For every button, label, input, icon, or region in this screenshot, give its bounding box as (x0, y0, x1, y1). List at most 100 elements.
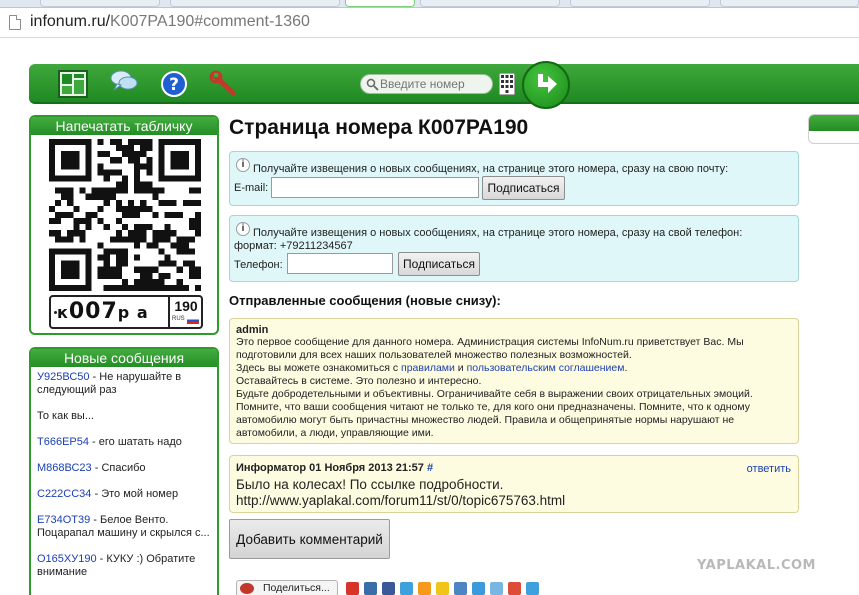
url-path: K007PA190#comment-1360 (110, 13, 310, 30)
address-url[interactable]: infonum.ru/K007PA190#comment-1360 (30, 13, 310, 31)
comment-line: Здесь вы можете ознакомиться с правилами… (236, 362, 791, 375)
phone-label: Телефон: (234, 259, 283, 271)
right-side-panel (808, 114, 859, 144)
new-messages-title: Новые сообщения (31, 349, 217, 367)
browser-tab[interactable] (40, 0, 160, 7)
reply-link[interactable]: ответить (747, 463, 791, 475)
page-title: Страница номера К007РА190 (229, 116, 529, 139)
list-item: О165ХУ190 - КУКУ :) Обратите внимание (37, 553, 211, 579)
comment-text: . (624, 362, 628, 374)
message-plate-link[interactable]: С222СС34 (37, 488, 91, 500)
svg-text:?: ? (169, 75, 179, 95)
admin-comment: admin Это первое сообщение для данного н… (229, 318, 799, 444)
go-button[interactable] (522, 61, 570, 109)
odnoklassniki-orange-icon[interactable] (418, 582, 431, 595)
livejournal-icon[interactable] (454, 582, 467, 595)
new-messages-panel: Новые сообщения У925ВС50 - Не нарушайте … (29, 347, 219, 595)
share-icon (240, 583, 254, 594)
address-bar[interactable]: infonum.ru/K007PA190#comment-1360 (0, 8, 859, 38)
list-item: Т666ЕР54 - его шатать надо (37, 436, 211, 449)
list-item: То как вы... (37, 410, 211, 423)
comment-line: Помните, что ваши сообщения читают не то… (236, 401, 750, 413)
comment-permalink[interactable]: # (427, 462, 433, 474)
comment-author-date: Информатор 01 Ноября 2013 21:57 (236, 462, 424, 474)
comment-body: Это первое сообщение для данного номера.… (236, 336, 791, 440)
message-plate-link[interactable]: О165ХУ190 (37, 553, 97, 565)
browser-tab[interactable] (570, 0, 710, 7)
user-comment: Информатор 01 Ноября 2013 21:57 # ответи… (229, 455, 799, 513)
license-plate-image: к007р а 190 RUS (49, 295, 203, 329)
comment-body: Было на колесах! По ссылке подробности. … (236, 477, 565, 509)
comment-author: admin (236, 324, 269, 336)
browser-tab[interactable] (420, 0, 560, 7)
page-icon (9, 15, 21, 30)
share-label: Поделиться... (263, 582, 330, 594)
message-text: То как вы... (37, 410, 94, 422)
phone-subscribe-box: i Получайте извещения о новых сообщениях… (229, 215, 799, 282)
chat-bubbles-icon[interactable] (109, 67, 139, 95)
browser-tab[interactable] (170, 0, 340, 7)
url-host: infonum.ru/ (30, 13, 111, 30)
comment-text: и (454, 362, 467, 374)
list-item: У925ВС50 - Не нарушайте в следующий раз (37, 371, 211, 397)
browser-tab[interactable] (720, 0, 859, 7)
site-logo-icon[interactable] (58, 70, 88, 98)
plate-search-input[interactable] (380, 76, 490, 92)
keypad-icon[interactable] (499, 73, 515, 95)
screenshot-root: infonum.ru/K007PA190#comment-1360 ? Напе… (0, 0, 859, 595)
search-icon (366, 78, 379, 91)
bird-icon[interactable] (526, 582, 539, 595)
comment-line: Оставайтесь в системе. Это полезно и инт… (236, 375, 482, 387)
list-item: М868ВС23 - Спасибо (37, 462, 211, 475)
new-messages-list: У925ВС50 - Не нарушайте в следующий раз … (31, 367, 217, 579)
odnoklassniki-icon[interactable] (346, 582, 359, 595)
comment-line: Это первое сообщение для данного номера.… (236, 336, 744, 348)
print-plate-title[interactable]: Напечатать табличку (31, 117, 217, 135)
plate-country: RUS (172, 316, 185, 322)
site-toolbar: ? (29, 61, 859, 109)
comment-text: Здесь вы можете ознакомиться с (236, 362, 402, 374)
browser-tab-strip (0, 0, 859, 8)
message-text: - Это мой номер (91, 488, 179, 500)
wrench-icon[interactable] (209, 70, 239, 98)
rules-link[interactable]: правилами (401, 362, 455, 374)
plate-letters2: р а (117, 303, 149, 322)
message-plate-link[interactable]: М868ВС23 (37, 462, 92, 474)
google-plus-icon[interactable] (508, 582, 521, 595)
phone-field[interactable] (287, 253, 393, 274)
friendfeed-icon[interactable] (490, 582, 503, 595)
sent-messages-header: Отправленные сообщения (новые снизу): (229, 293, 501, 308)
comment-line: Было на колесах! По ссылке подробности. (236, 477, 504, 492)
add-comment-button[interactable]: Добавить комментарий (229, 519, 390, 559)
comment-author: Информатор 01 Ноября 2013 21:57 # (236, 462, 433, 474)
email-label: E-mail: (234, 182, 269, 194)
vkontakte-icon[interactable] (364, 582, 377, 595)
phone-notice-text: Получайте извещения о новых сообщениях, … (253, 227, 743, 239)
phone-subscribe-button[interactable]: Подписаться (398, 252, 480, 276)
list-item: С222СС34 - Это мой номер (37, 488, 211, 501)
liveinternet-icon[interactable] (472, 582, 485, 595)
mailru-icon[interactable] (436, 582, 449, 595)
go-arrow-icon (538, 74, 557, 93)
plate-separator (168, 297, 170, 327)
message-text: - его шатать надо (88, 436, 182, 448)
email-subscribe-button[interactable]: Подписаться (482, 176, 565, 200)
info-icon: i (236, 158, 250, 172)
user-agreement-link[interactable]: пользовательским соглашением (467, 362, 625, 374)
facebook-icon[interactable] (382, 582, 395, 595)
browser-tab-active[interactable] (345, 0, 415, 7)
message-plate-link[interactable]: У925ВС50 (37, 371, 90, 383)
comment-line: Будьте добродетельными и объективны. Огр… (236, 388, 753, 400)
twitter-icon[interactable] (400, 582, 413, 595)
comment-line: подготовили для всех наших пользователей… (236, 349, 632, 361)
email-field[interactable] (271, 177, 479, 198)
comment-line: автомобили, а люди, управляющие ими. (236, 427, 434, 439)
share-button[interactable]: Поделиться... (236, 580, 338, 595)
help-icon[interactable]: ? (159, 70, 189, 98)
email-subscribe-box: i Получайте извещения о новых сообщениях… (229, 151, 799, 206)
info-icon: i (236, 222, 250, 236)
message-plate-link[interactable]: Т666ЕР54 (37, 436, 89, 448)
plate-search[interactable] (360, 74, 493, 94)
message-plate-link[interactable]: Е734ОТ39 (37, 514, 90, 526)
plate-number: к007р а (57, 299, 149, 324)
